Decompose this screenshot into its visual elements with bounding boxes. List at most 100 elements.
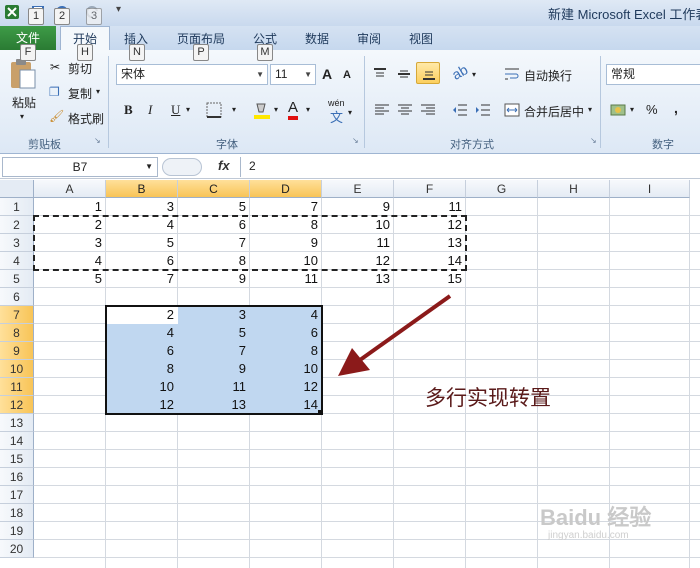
paste-dropdown-icon[interactable]: ▾	[20, 112, 24, 121]
row-header-1[interactable]: 1	[0, 198, 34, 216]
column-header-g[interactable]: G	[466, 180, 538, 198]
fill-handle[interactable]	[318, 410, 323, 415]
column-header-d[interactable]: D	[250, 180, 322, 198]
wrap-text-button[interactable]: 自动换行	[524, 67, 572, 84]
row-header-10[interactable]: 10	[0, 360, 34, 378]
border-icon[interactable]	[206, 102, 222, 118]
italic-button[interactable]: I	[148, 102, 152, 118]
cell[interactable]: 3	[106, 198, 178, 216]
cell[interactable]: 11	[394, 198, 466, 216]
copy-dropdown-icon[interactable]: ▾	[96, 87, 100, 96]
row-header-4[interactable]: 4	[0, 252, 34, 270]
currency-dropdown-icon[interactable]: ▾	[630, 105, 634, 114]
column-header-h[interactable]: H	[538, 180, 610, 198]
phonetic-dropdown-icon[interactable]: ▾	[348, 108, 352, 117]
row-header-16[interactable]: 16	[0, 468, 34, 486]
row-header-9[interactable]: 9	[0, 342, 34, 360]
align-right-icon[interactable]	[420, 102, 436, 118]
wrap-text-icon[interactable]	[504, 66, 520, 82]
cell[interactable]: 1	[34, 198, 106, 216]
align-bottom-button[interactable]	[416, 62, 440, 84]
align-middle-icon[interactable]	[396, 66, 412, 82]
formula-input[interactable]: 2	[240, 157, 700, 177]
border-dropdown-icon[interactable]: ▾	[232, 105, 236, 114]
align-center-icon[interactable]	[397, 102, 413, 118]
row-header-19[interactable]: 19	[0, 522, 34, 540]
row-header-3[interactable]: 3	[0, 234, 34, 252]
cell[interactable]: 7	[250, 198, 322, 216]
row-header-12[interactable]: 12	[0, 396, 34, 414]
tab-data[interactable]: 数据	[305, 30, 329, 47]
column-header-b[interactable]: B	[106, 180, 178, 198]
row-header-20[interactable]: 20	[0, 540, 34, 558]
percent-button[interactable]: %	[646, 102, 658, 117]
cell[interactable]: 13	[322, 270, 394, 288]
tab-view[interactable]: 视图	[409, 30, 433, 47]
column-header-c[interactable]: C	[178, 180, 250, 198]
row-header-6[interactable]: 6	[0, 288, 34, 306]
cell[interactable]: 7	[106, 270, 178, 288]
comma-button[interactable]: ,	[674, 100, 678, 116]
bold-button[interactable]: B	[124, 102, 133, 118]
fill-color-icon[interactable]	[252, 100, 272, 120]
row-header-11[interactable]: 11	[0, 378, 34, 396]
format-painter-icon[interactable]: 🖌	[49, 109, 64, 123]
select-all-corner[interactable]	[0, 180, 34, 198]
formula-bar-expander[interactable]	[162, 158, 202, 176]
decrease-indent-icon[interactable]	[452, 102, 468, 118]
column-header-a[interactable]: A	[34, 180, 106, 198]
merge-center-icon[interactable]	[504, 102, 520, 118]
fill-color-dropdown-icon[interactable]: ▾	[274, 105, 278, 114]
column-header-i[interactable]: I	[610, 180, 690, 198]
orientation-dropdown-icon[interactable]: ▾	[472, 70, 476, 79]
row-header-13[interactable]: 13	[0, 414, 34, 432]
align-top-icon[interactable]	[372, 66, 388, 82]
merge-dropdown-icon[interactable]: ▾	[588, 105, 592, 114]
format-painter-button[interactable]: 格式刷	[68, 110, 104, 127]
cell[interactable]: 5	[178, 198, 250, 216]
clipboard-launcher-icon[interactable]: ↘	[94, 136, 101, 145]
row-header-7[interactable]: 7	[0, 306, 34, 324]
row-header-15[interactable]: 15	[0, 450, 34, 468]
align-left-icon[interactable]	[374, 102, 390, 118]
column-header-f[interactable]: F	[394, 180, 466, 198]
underline-button[interactable]: U	[171, 102, 180, 118]
customize-qat-icon[interactable]: ▾	[116, 4, 132, 20]
font-size-select[interactable]: 11 ▼	[270, 64, 316, 85]
currency-icon[interactable]	[610, 102, 628, 118]
paste-button[interactable]: 粘贴	[12, 94, 36, 111]
underline-dropdown-icon[interactable]: ▾	[186, 105, 190, 114]
phonetic-guide-icon[interactable]: 文	[330, 107, 343, 126]
shrink-font-button[interactable]: A	[343, 69, 351, 81]
row-header-8[interactable]: 8	[0, 324, 34, 342]
cut-button[interactable]: 剪切	[68, 60, 92, 77]
number-format-select[interactable]: 常规	[606, 64, 700, 85]
increase-indent-icon[interactable]	[475, 102, 491, 118]
copy-button[interactable]: 复制	[68, 85, 92, 102]
row-header-17[interactable]: 17	[0, 486, 34, 504]
cell[interactable]: 9	[322, 198, 394, 216]
row-header-2[interactable]: 2	[0, 216, 34, 234]
cell[interactable]: 5	[34, 270, 106, 288]
worksheet-grid[interactable]: ABCDEFGHI 1 2 3 4 5 6 7 8 9 10 11 12 13 14 15 16 17 18 19 2…	[0, 180, 700, 568]
font-color-button[interactable]: A	[288, 100, 299, 120]
cut-icon[interactable]: ✂	[50, 60, 60, 74]
grow-font-button[interactable]: A	[322, 66, 332, 82]
row-header-14[interactable]: 14	[0, 432, 34, 450]
copy-icon[interactable]: ❐	[49, 85, 60, 99]
column-header-e[interactable]: E	[322, 180, 394, 198]
cell[interactable]: 11	[250, 270, 322, 288]
tab-review[interactable]: 审阅	[357, 30, 381, 47]
row-header-18[interactable]: 18	[0, 504, 34, 522]
row-header-5[interactable]: 5	[0, 270, 34, 288]
font-color-dropdown-icon[interactable]: ▾	[306, 105, 310, 114]
alignment-launcher-icon[interactable]: ↘	[590, 136, 597, 145]
cell[interactable]: 9	[178, 270, 250, 288]
insert-function-icon[interactable]: fx	[218, 158, 230, 173]
cell[interactable]: 15	[394, 270, 466, 288]
merge-center-button[interactable]: 合并后居中	[524, 103, 584, 120]
paste-icon[interactable]	[8, 58, 38, 90]
orientation-icon[interactable]: ab	[449, 61, 470, 83]
font-launcher-icon[interactable]: ↘	[352, 136, 359, 145]
font-name-select[interactable]: 宋体 ▼	[116, 64, 268, 85]
